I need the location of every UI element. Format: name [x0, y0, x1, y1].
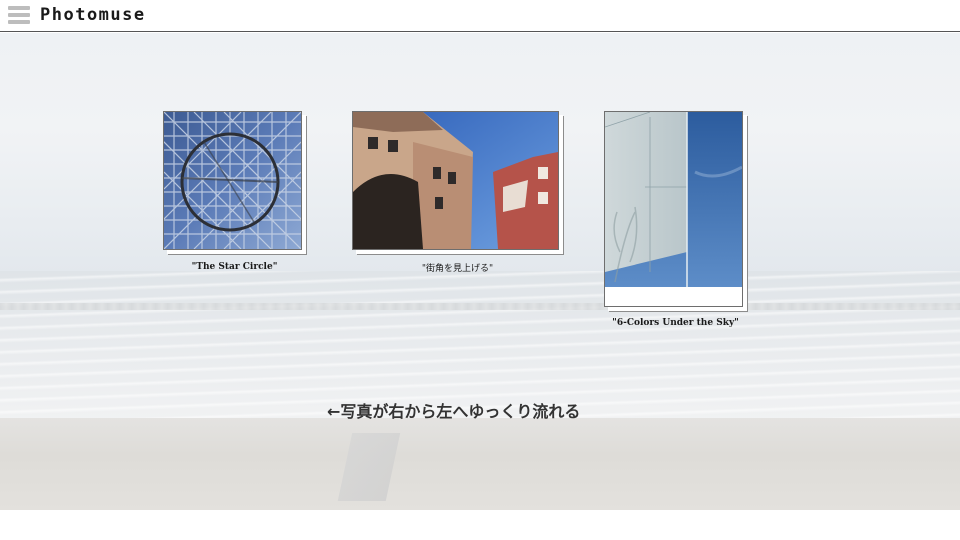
photo-street-corner: [353, 112, 558, 249]
photo-caption: "街角を見上げる": [421, 264, 494, 274]
background-stage: "The Star Circle" "街角を見上げる" "6-Colors Un…: [0, 33, 960, 510]
photo-six-colors: [605, 112, 742, 287]
photo-card-star-circle[interactable]: [163, 111, 302, 250]
photo-caption: "6-Colors Under the Sky": [612, 318, 739, 328]
background-beach: [0, 418, 960, 510]
photo-card-six-colors[interactable]: [604, 111, 743, 307]
hamburger-menu-icon[interactable]: [8, 6, 30, 26]
app-header: Photomuse: [0, 0, 960, 32]
photo-caption: "The Star Circle": [191, 262, 278, 272]
scroll-hint-text: ←写真が右から左へゆっくり流れる: [327, 402, 581, 421]
photo-star-circle: [164, 112, 301, 249]
photo-card-street-corner[interactable]: [352, 111, 559, 250]
background-breakwater: [0, 303, 960, 310]
app-title: Photomuse: [40, 5, 146, 25]
